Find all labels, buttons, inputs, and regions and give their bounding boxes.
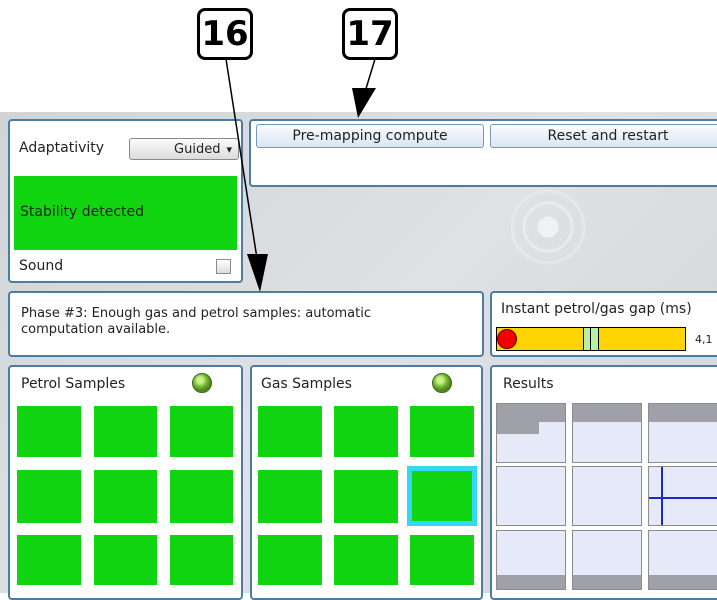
result-fill — [497, 422, 539, 434]
result-cell[interactable] — [496, 466, 566, 526]
petrol-sample-tile[interactable] — [94, 406, 157, 457]
result-cell[interactable] — [572, 466, 642, 526]
stability-indicator: Stability detected — [14, 176, 237, 250]
petrol-sample-tile[interactable] — [94, 535, 157, 585]
status-led-icon — [192, 373, 212, 393]
result-cell[interactable] — [648, 466, 717, 526]
adaptativity-select[interactable]: Guided ▾ — [129, 138, 239, 160]
gap-meter — [496, 327, 686, 351]
gas-sample-tile-selected[interactable] — [407, 466, 477, 526]
phase-text: Phase #3: Enough gas and petrol samples:… — [21, 306, 372, 337]
adaptativity-label: Adaptativity — [19, 140, 105, 156]
results-title: Results — [503, 376, 554, 392]
result-cell[interactable] — [572, 530, 642, 590]
petrol-sample-tile[interactable] — [94, 470, 157, 523]
sound-label: Sound — [19, 258, 64, 274]
sound-checkbox[interactable] — [216, 259, 231, 274]
petrol-sample-tile[interactable] — [17, 406, 81, 457]
petrol-sample-tile[interactable] — [170, 535, 233, 585]
result-fill — [497, 575, 565, 589]
stability-text: Stability detected — [20, 204, 145, 220]
result-cell[interactable] — [648, 530, 717, 590]
gap-marker-icon — [497, 329, 517, 349]
gas-samples-title: Gas Samples — [261, 376, 352, 392]
gas-sample-tile[interactable] — [334, 406, 398, 457]
gas-sample-tile[interactable] — [410, 535, 474, 585]
result-cell[interactable] — [572, 403, 642, 463]
petrol-samples-title: Petrol Samples — [21, 376, 126, 392]
result-fill — [497, 404, 565, 422]
result-fill — [649, 575, 717, 589]
result-fill — [573, 404, 641, 422]
result-fill — [573, 575, 641, 589]
callout-17: 17 — [342, 8, 398, 60]
callout-16: 16 — [197, 8, 253, 60]
reset-restart-label: Reset and restart — [547, 128, 669, 144]
petrol-sample-tile[interactable] — [17, 535, 81, 585]
petrol-sample-tile[interactable] — [170, 470, 233, 523]
crosshair-vertical — [661, 467, 663, 525]
gas-sample-tile[interactable] — [258, 470, 322, 523]
adaptativity-value: Guided — [174, 141, 221, 157]
gas-sample-tile[interactable] — [334, 535, 398, 585]
premapping-compute-button[interactable]: Pre-mapping compute — [256, 124, 484, 148]
result-cell[interactable] — [496, 530, 566, 590]
gas-sample-tile[interactable] — [258, 406, 322, 457]
premapping-compute-label: Pre-mapping compute — [292, 128, 448, 144]
result-fill — [649, 404, 717, 422]
gap-center-line — [590, 328, 591, 350]
gap-value: 4,1 — [695, 333, 713, 346]
status-led-icon — [432, 373, 452, 393]
callout-17-line — [364, 58, 376, 93]
crosshair-horizontal — [649, 497, 717, 499]
gas-sample-tile[interactable] — [258, 535, 322, 585]
result-cell[interactable] — [496, 403, 566, 463]
gap-title: Instant petrol/gas gap (ms) — [501, 301, 692, 317]
petrol-sample-tile[interactable] — [17, 470, 81, 523]
gap-target-zone — [583, 327, 599, 351]
petrol-sample-tile[interactable] — [170, 406, 233, 457]
chevron-down-icon: ▾ — [226, 142, 232, 156]
gas-sample-tile[interactable] — [334, 470, 398, 523]
result-cell[interactable] — [648, 403, 717, 463]
reset-restart-button[interactable]: Reset and restart — [490, 124, 717, 148]
gas-sample-tile[interactable] — [410, 406, 474, 457]
